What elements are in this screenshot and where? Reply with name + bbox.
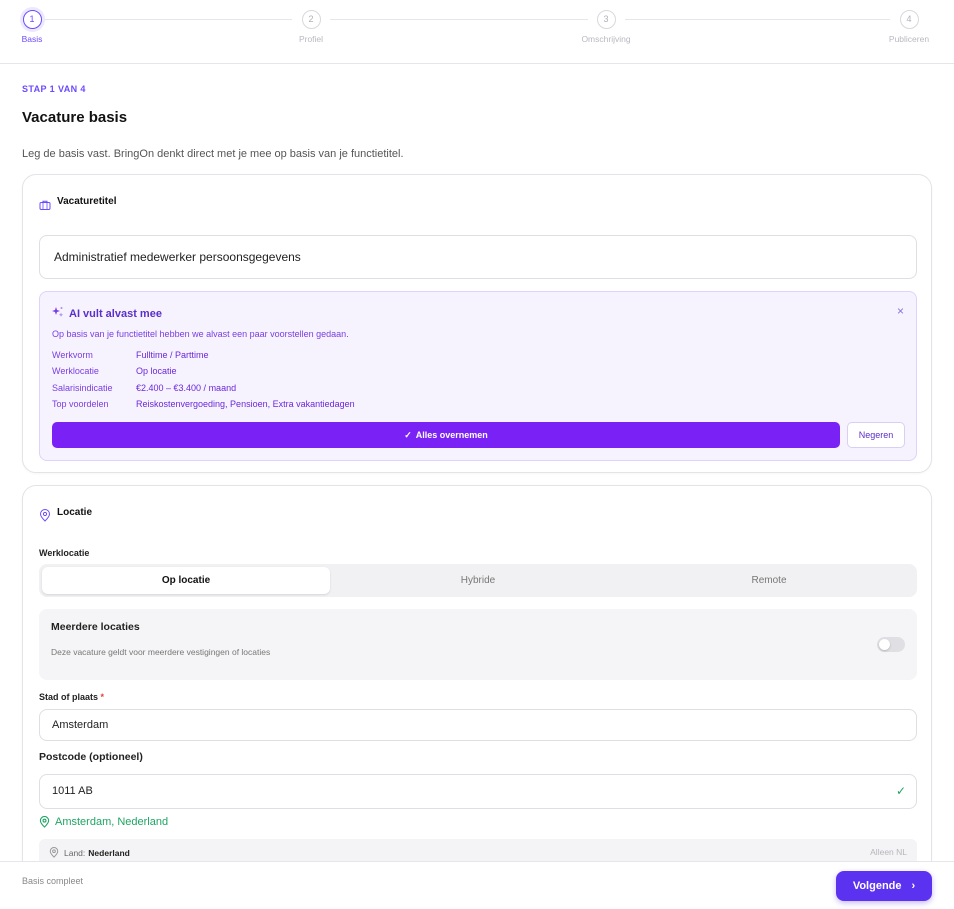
suggestion-key: Werkvorm	[52, 350, 93, 360]
step-number: 1	[22, 10, 42, 29]
chevron-right-icon: ›	[911, 880, 916, 892]
step-connector	[625, 19, 890, 20]
card-header: Locatie	[39, 503, 93, 522]
step-label: Publiceren	[888, 34, 930, 44]
country-note: Alleen NL	[870, 847, 907, 857]
ai-suggestions-panel: AI vult alvast mee × Op basis van je fun…	[39, 291, 917, 461]
accept-all-button[interactable]: ✓ Alles overnemen	[52, 422, 840, 448]
ai-suggestion-row: Salarisindicatie €2.400 – €3.400 / maand	[52, 383, 236, 393]
completion-status: Basis compleet	[22, 876, 84, 886]
ai-header: AI vult alvast mee	[52, 305, 162, 323]
page-title: Vacature basis	[22, 109, 128, 126]
resolved-location: Amsterdam, Nederland	[39, 816, 168, 828]
card-header: Vacaturetitel	[39, 192, 116, 210]
step-basis[interactable]: 1 Basis	[2, 10, 62, 44]
country-info: Land: Nederland	[49, 847, 130, 858]
ai-suggestion-row: Werkvorm Fulltime / Parttime	[52, 350, 209, 360]
close-icon[interactable]: ×	[897, 304, 904, 318]
suggestion-value: Reiskostenvergoeding, Pensioen, Extra va…	[136, 399, 355, 409]
segment-remote[interactable]: Remote	[625, 567, 913, 594]
briefcase-icon	[39, 198, 51, 210]
resolved-location-text: Amsterdam, Nederland	[55, 816, 169, 828]
page-intro: Leg de basis vast. BringOn denkt direct …	[22, 148, 404, 160]
map-pin-icon	[39, 509, 51, 522]
footer-bar: Basis compleet Volgende ›	[0, 861, 954, 909]
multiple-locations-description: Deze vacature geldt voor meerdere vestig…	[51, 647, 271, 657]
card-title: Vacaturetitel	[57, 195, 117, 207]
step-profiel[interactable]: 2 Profiel	[281, 10, 341, 44]
multiple-locations-toggle[interactable]	[877, 637, 905, 652]
postcode-value: 1011 AB	[52, 785, 93, 797]
required-marker: *	[100, 692, 105, 702]
check-icon: ✓	[404, 430, 412, 440]
step-label: Profiel	[298, 34, 324, 44]
country-label: Land:	[64, 847, 86, 858]
suggestion-value: Op locatie	[136, 366, 177, 376]
step-label: Basis	[21, 34, 43, 44]
step-number: 4	[899, 10, 919, 29]
step-omschrijving[interactable]: 3 Omschrijving	[576, 10, 636, 44]
progress-stepper: 1 Basis 2 Profiel 3 Omschrijving 4 Publi…	[0, 0, 954, 64]
suggestion-value: €2.400 – €3.400 / maand	[136, 383, 237, 393]
map-pin-icon	[49, 847, 59, 858]
job-title-card: Vacaturetitel Administratief medewerker …	[22, 174, 932, 473]
suggestion-value: Fulltime / Parttime	[136, 350, 209, 360]
multiple-locations-title: Meerdere locaties	[51, 621, 140, 633]
step-number: 2	[301, 10, 321, 29]
valid-check-icon: ✓	[895, 784, 906, 798]
worklocation-label: Werklocatie	[39, 548, 90, 558]
suggestion-key: Salarisindicatie	[52, 383, 113, 393]
step-label: Omschrijving	[581, 34, 631, 44]
postcode-input[interactable]: 1011 AB ✓	[39, 774, 917, 809]
city-label: Stad of plaats *	[39, 692, 104, 702]
segment-op-locatie[interactable]: Op locatie	[42, 567, 330, 594]
card-title: Locatie	[57, 506, 93, 518]
suggestion-key: Top voordelen	[52, 399, 109, 409]
accept-all-label: Alles overnemen	[415, 430, 488, 440]
step-connector	[330, 19, 588, 20]
next-button[interactable]: Volgende ›	[836, 871, 932, 901]
sparkles-icon	[52, 305, 64, 323]
worklocation-segmented-control: Op locatie Hybride Remote	[39, 564, 917, 597]
suggestion-key: Werklocatie	[52, 366, 99, 376]
step-publiceren[interactable]: 4 Publiceren	[879, 10, 939, 44]
ignore-button[interactable]: Negeren	[847, 422, 905, 448]
ai-suggestion-row: Werklocatie Op locatie	[52, 366, 177, 376]
job-title-input[interactable]: Administratief medewerker persoonsgegeve…	[39, 235, 917, 279]
multiple-locations-setting: Meerdere locaties Deze vacature geldt vo…	[39, 609, 917, 680]
map-pin-icon	[39, 816, 50, 828]
location-card: Locatie Werklocatie Op locatie Hybride R…	[22, 485, 932, 885]
step-number: 3	[596, 10, 616, 29]
next-label: Volgende	[852, 880, 902, 892]
step-connector	[42, 19, 292, 20]
segment-hybride[interactable]: Hybride	[334, 567, 622, 594]
ai-title: AI vult alvast mee	[69, 308, 162, 320]
step-eyebrow: STAP 1 VAN 4	[22, 84, 86, 94]
postcode-label: Postcode (optioneel)	[39, 751, 143, 763]
city-label-text: Stad of plaats	[39, 692, 99, 702]
country-value: Nederland	[88, 847, 130, 858]
ai-suggestion-row: Top voordelen Reiskostenvergoeding, Pens…	[52, 399, 355, 409]
toggle-knob	[879, 639, 890, 650]
city-input[interactable]: Amsterdam	[39, 709, 917, 741]
ai-description: Op basis van je functietitel hebben we a…	[52, 329, 349, 339]
